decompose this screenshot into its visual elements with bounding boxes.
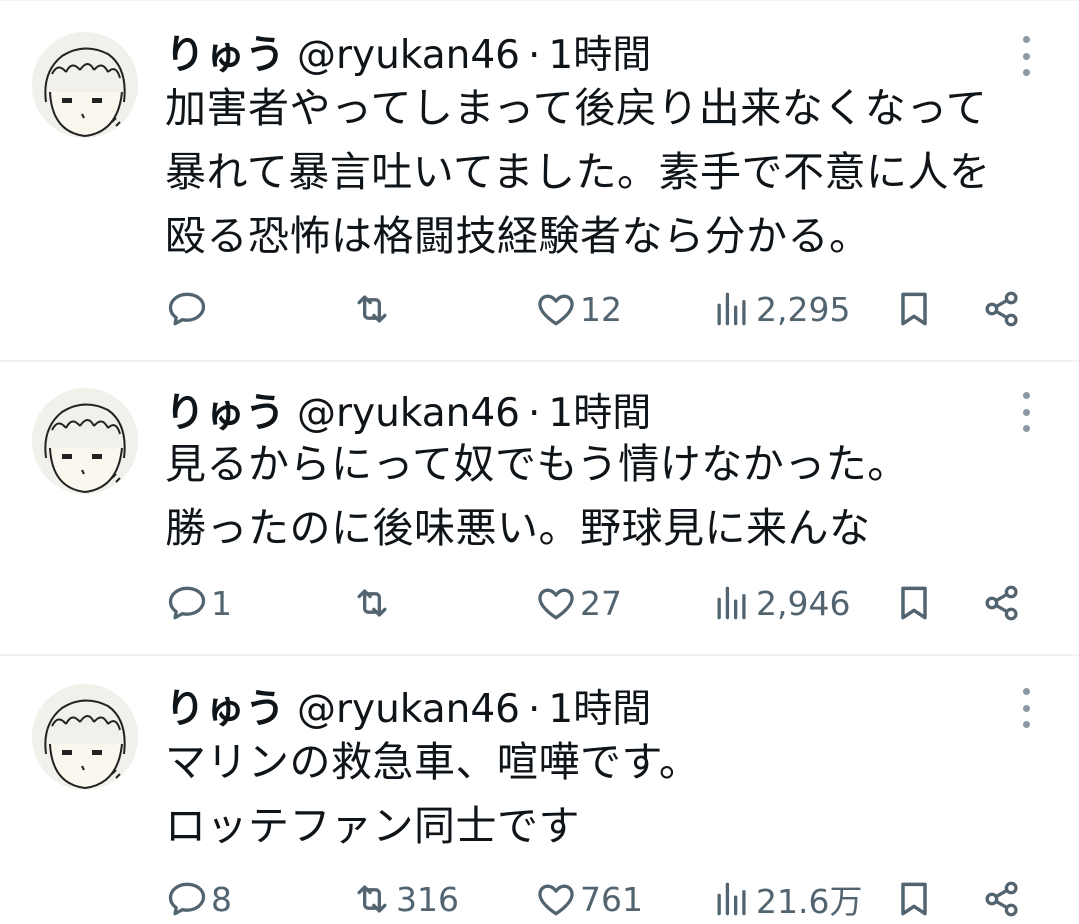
tweet-text-line: マリンの救急車、喧嘩です。 [165, 738, 701, 786]
like-count: 12 [580, 289, 622, 329]
avatar[interactable] [32, 32, 138, 138]
more-vertical-icon[interactable] [1012, 392, 1040, 432]
reply-button[interactable] [165, 284, 211, 334]
avatar[interactable] [32, 388, 138, 494]
retweet-icon [357, 885, 387, 913]
avatar[interactable] [32, 684, 138, 790]
reply-icon [168, 292, 206, 326]
bookmark-icon [901, 586, 927, 620]
reply-count: 1 [211, 583, 232, 623]
tweet-header: りゅう @ryukan46 · 1時間 [165, 676, 651, 732]
avatar-illustration [32, 32, 138, 138]
share-icon [985, 291, 1018, 327]
timestamp[interactable]: 1時間 [548, 33, 651, 78]
retweet-icon [357, 589, 387, 617]
tweet-actions: 1 27 2,946 [0, 578, 1079, 628]
reply-icon [168, 882, 206, 916]
share-icon [985, 585, 1018, 621]
tweet-text: 加害者やってしまって後戻り出来なくなって 暴れて暴言吐いてました。素手で不意に人… [165, 76, 1045, 268]
more-vertical-icon[interactable] [1012, 688, 1040, 728]
tweet[interactable]: りゅう @ryukan46 · 1時間 見るからにって奴でもう情けなかった。 勝ったの… [0, 362, 1079, 656]
views-icon [717, 586, 746, 620]
tweet[interactable]: りゅう @ryukan46 · 1時間 マリンの救急車、喧嘩です。 ロッテファン同士で… [0, 656, 1079, 921]
like-count: 761 [580, 879, 643, 919]
tweet-actions: 12 2,295 [0, 284, 1079, 334]
share-button[interactable] [980, 578, 1024, 628]
retweet-button[interactable] [350, 284, 396, 334]
bookmark-button[interactable] [892, 578, 936, 628]
reply-button[interactable]: 1 [165, 578, 232, 628]
views-button[interactable]: 2,295 [710, 284, 850, 334]
views-button[interactable]: 21.6万 [710, 874, 862, 924]
retweet-count: 316 [396, 879, 459, 919]
retweet-button[interactable]: 316 [350, 874, 459, 924]
separator: · [527, 33, 541, 78]
bookmark-button[interactable] [892, 284, 936, 334]
avatar-illustration [32, 388, 138, 494]
avatar-illustration [32, 684, 138, 790]
tweet-text-line: 勝ったのに後味悪い。野球見に来んな [165, 504, 871, 552]
view-count: 2,295 [756, 289, 851, 329]
more-vertical-icon[interactable] [1012, 36, 1040, 76]
view-count: 2,946 [756, 583, 851, 623]
bookmark-icon [901, 882, 927, 916]
bookmark-button[interactable] [892, 874, 936, 924]
like-button[interactable]: 761 [534, 874, 643, 924]
share-icon [985, 881, 1018, 917]
author-handle[interactable]: @ryukan46 [297, 33, 520, 78]
tweet-text-line: ロッテファン同士です [165, 802, 580, 850]
share-button[interactable] [980, 284, 1024, 334]
separator: · [527, 391, 541, 436]
reply-icon [168, 586, 206, 620]
author-name[interactable]: りゅう [165, 32, 285, 78]
author-name[interactable]: りゅう [165, 390, 285, 436]
separator: · [527, 687, 541, 732]
tweet-text-line: 殴る恐怖は格闘技経験者なら分かる。 [165, 212, 871, 260]
views-icon [717, 292, 746, 326]
tweet-text-line: 加害者やってしまって後戻り出来なくなって [165, 84, 988, 132]
tweet[interactable]: りゅう @ryukan46 · 1時間 加害者やってしまって後戻り出来なくなって 暴れ… [0, 0, 1079, 362]
timestamp[interactable]: 1時間 [548, 391, 651, 436]
author-handle[interactable]: @ryukan46 [297, 687, 520, 732]
tweet-text: マリンの救急車、喧嘩です。 ロッテファン同士です [165, 730, 1045, 858]
author-name[interactable]: りゅう [165, 686, 285, 732]
reply-button[interactable]: 8 [165, 874, 232, 924]
like-count: 27 [580, 583, 622, 623]
tweet-text: 見るからにって奴でもう情けなかった。 勝ったのに後味悪い。野球見に来んな [165, 432, 1045, 560]
author-handle[interactable]: @ryukan46 [297, 391, 520, 436]
views-button[interactable]: 2,946 [710, 578, 850, 628]
tweet-actions: 8 316 761 21.6万 [0, 874, 1079, 924]
heart-icon [538, 294, 574, 326]
retweet-icon [357, 295, 387, 323]
like-button[interactable]: 12 [534, 284, 622, 334]
bookmark-icon [901, 292, 927, 326]
heart-icon [538, 884, 574, 916]
tweet-header: りゅう @ryukan46 · 1時間 [165, 22, 651, 78]
like-button[interactable]: 27 [534, 578, 622, 628]
tweet-text-line: 暴れて暴言吐いてました。素手で不意に人を [165, 148, 991, 196]
heart-icon [538, 588, 574, 620]
share-button[interactable] [980, 874, 1024, 924]
timestamp[interactable]: 1時間 [548, 687, 651, 732]
reply-count: 8 [211, 879, 232, 919]
views-icon [717, 882, 746, 916]
retweet-button[interactable] [350, 578, 396, 628]
tweet-text-line: 見るからにって奴でもう情けなかった。 [165, 440, 909, 488]
tweet-header: りゅう @ryukan46 · 1時間 [165, 380, 651, 436]
view-count: 21.6万 [756, 882, 863, 921]
